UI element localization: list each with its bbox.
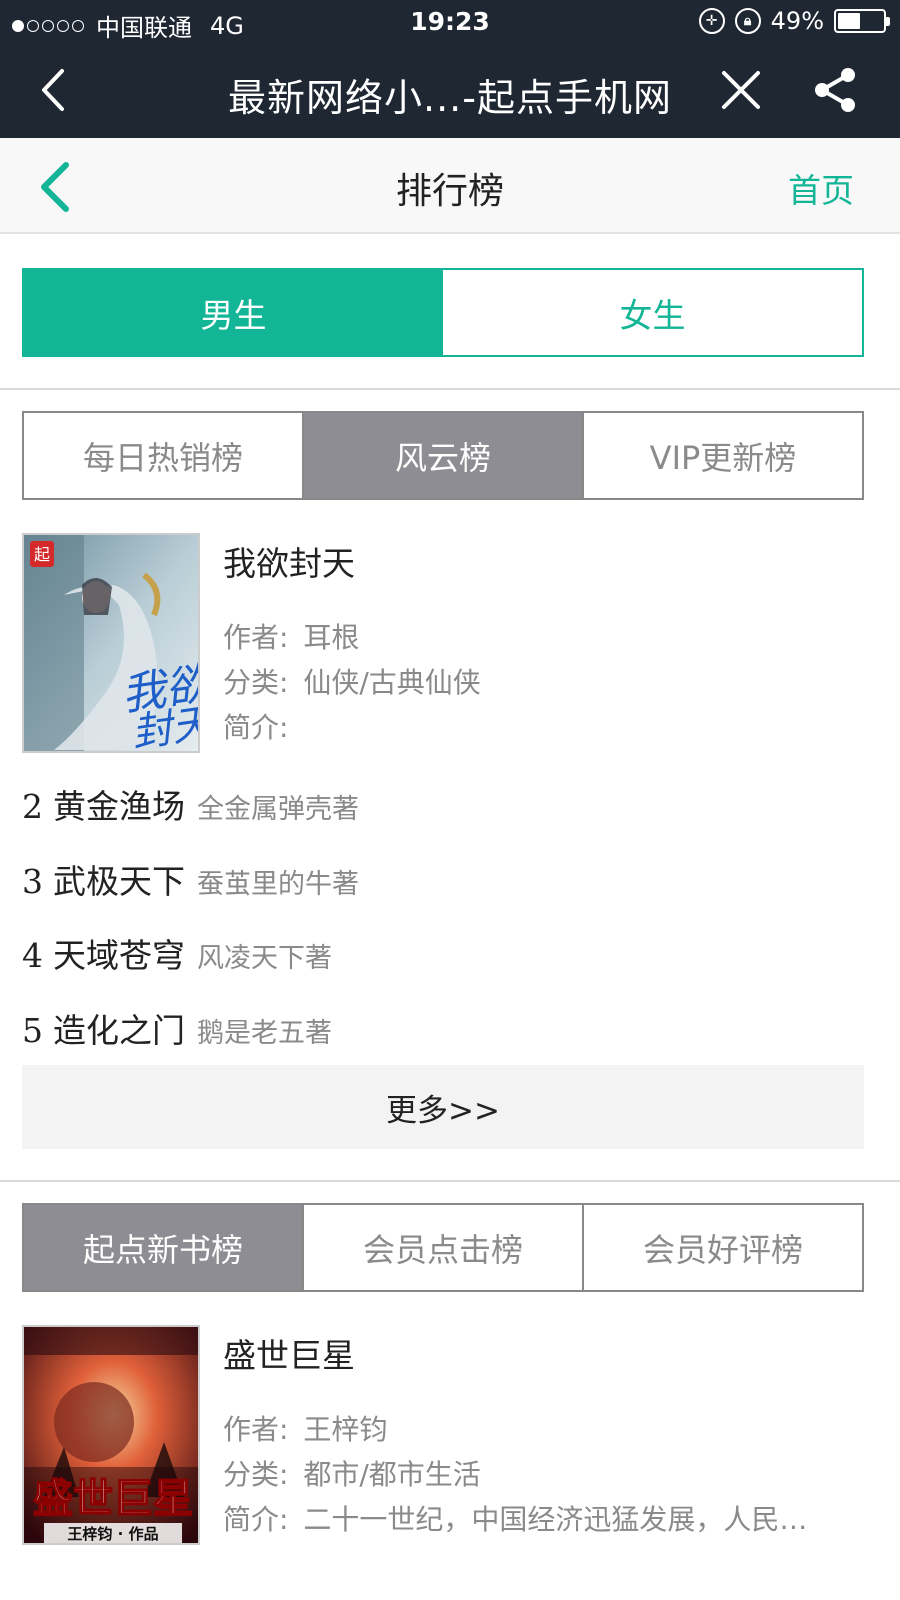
svg-text:盛世巨星: 盛世巨星 — [33, 1476, 193, 1522]
tab-vip-update[interactable]: VIP更新榜 — [582, 413, 862, 498]
svg-text:起: 起 — [34, 545, 50, 564]
featured-book[interactable]: 起 我欲 封天 我欲封天 作者: 耳根 分类: 仙侠/古典仙侠 简介: — [22, 533, 864, 755]
rank-number: 2 — [22, 787, 43, 826]
book-title[interactable]: 盛世巨星 — [223, 1329, 864, 1377]
browser-title: 最新网络小...-起点手机网 — [228, 76, 672, 120]
ranking-tabs-1: 每日热销榜 风云榜 VIP更新榜 — [22, 411, 864, 500]
book-name[interactable]: 造化之门 — [53, 1004, 185, 1052]
book-intro: 简介: — [223, 711, 289, 744]
book-name[interactable]: 天域苍穹 — [53, 929, 185, 977]
tab-female[interactable]: 女生 — [443, 270, 862, 355]
share-icon[interactable] — [810, 65, 860, 115]
ranking-tabs-2: 起点新书榜 会员点击榜 会员好评榜 — [22, 1203, 864, 1292]
book-category: 分类: 都市/都市生活 — [223, 1458, 481, 1491]
tab-new-books[interactable]: 起点新书榜 — [24, 1205, 302, 1290]
tab-daily-bestseller[interactable]: 每日热销榜 — [24, 413, 302, 498]
rank-number: 5 — [22, 1011, 43, 1050]
location-icon: ✛ — [698, 8, 725, 34]
gender-tabs: 男生 女生 — [22, 268, 864, 357]
tab-member-clicks[interactable]: 会员点击榜 — [302, 1205, 582, 1290]
battery-percent: 49% — [770, 7, 824, 35]
tab-male[interactable]: 男生 — [24, 270, 443, 355]
svg-text:王梓钧 · 作品: 王梓钧 · 作品 — [67, 1525, 158, 1543]
browser-nav-bar: 最新网络小...-起点手机网 — [0, 45, 900, 138]
tab-fengyun[interactable]: 风云榜 — [302, 413, 582, 498]
book-name[interactable]: 黄金渔场 — [53, 780, 185, 828]
rotation-lock-icon: 🔒︎ — [734, 8, 761, 34]
status-bar: 中国联通 4G 19:23 ✛ 🔒︎ 49% — [0, 0, 900, 45]
list-item[interactable]: 3 武极天下 蚕茧里的牛著 — [22, 855, 864, 915]
list-item[interactable]: 5 造化之门 鹅是老五著 — [22, 1004, 864, 1064]
book-title[interactable]: 我欲封天 — [223, 537, 864, 585]
list-item[interactable]: 4 天域苍穹 风凌天下著 — [22, 929, 864, 989]
book-author: 作者: 耳根 — [223, 621, 360, 654]
book-author: 蚕茧里的牛著 — [197, 869, 359, 900]
divider — [0, 1180, 900, 1182]
home-link[interactable]: 首页 — [788, 164, 854, 212]
book-intro: 简介: 二十一世纪，中国经济迅猛发展，人民… — [223, 1503, 808, 1536]
list-item[interactable]: 2 黄金渔场 全金属弹壳著 — [22, 780, 864, 840]
book-author: 全金属弹壳著 — [197, 794, 359, 825]
close-icon[interactable] — [718, 67, 764, 113]
rank-number: 4 — [22, 936, 43, 975]
book-cover-image[interactable]: 起 我欲 封天 — [22, 533, 200, 753]
book-cover-image[interactable]: 盛世巨星 王梓钧 · 作品 — [22, 1325, 200, 1545]
page-title: 排行榜 — [395, 171, 504, 212]
rank-number: 3 — [22, 862, 43, 901]
book-author: 作者: 王梓钧 — [223, 1413, 388, 1446]
tab-member-ratings[interactable]: 会员好评榜 — [582, 1205, 862, 1290]
page-header: 排行榜 首页 — [0, 138, 900, 234]
divider — [0, 388, 900, 390]
more-button[interactable]: 更多>> — [22, 1065, 864, 1149]
featured-book[interactable]: 盛世巨星 王梓钧 · 作品 盛世巨星 作者: 王梓钧 分类: 都市/都市生活 简… — [22, 1325, 864, 1547]
book-name[interactable]: 武极天下 — [53, 855, 185, 903]
book-author: 风凌天下著 — [197, 943, 332, 974]
book-category: 分类: 仙侠/古典仙侠 — [223, 666, 481, 699]
battery-icon — [834, 9, 890, 33]
book-author: 鹅是老五著 — [197, 1018, 332, 1049]
